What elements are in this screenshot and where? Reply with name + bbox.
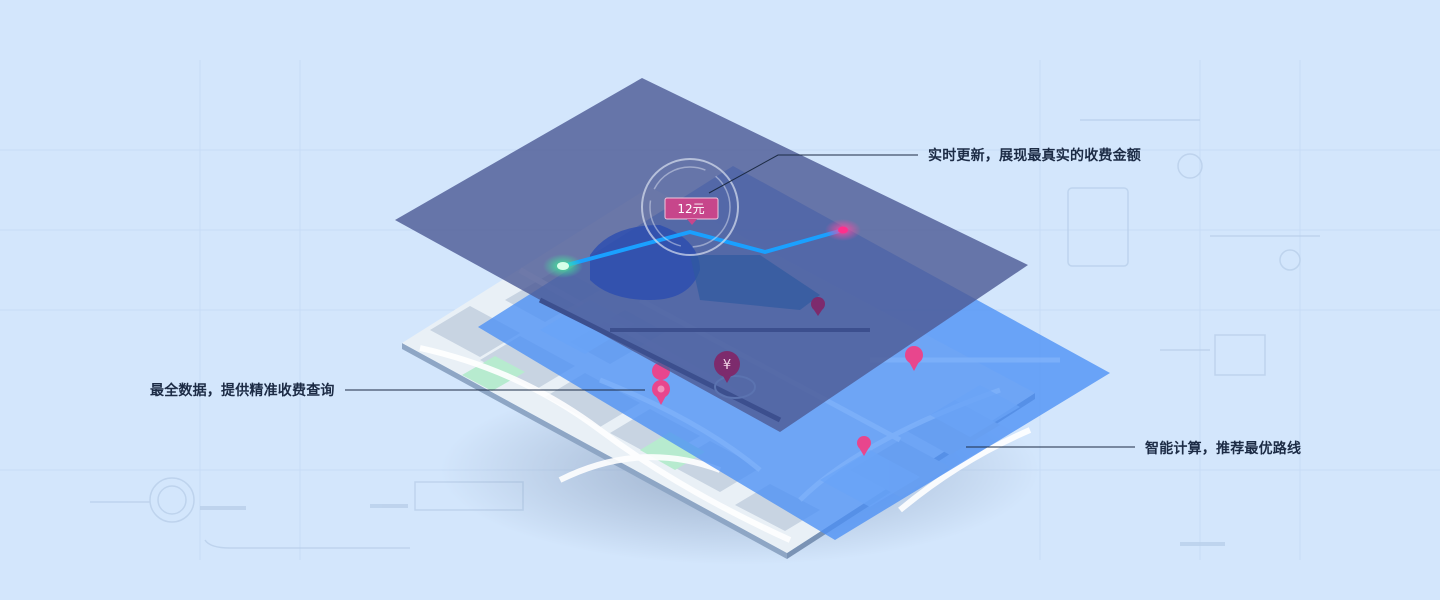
background-decor-right [1067,119,1320,546]
illustration-scene: ¥ 12元 [0,60,1440,565]
yen-label: ¥ [723,358,731,373]
callout-realtime-update: 实时更新，展现最真实的收费金额 [928,148,1141,164]
callout-smart-routing: 智能计算，推荐最优路线 [1145,441,1302,457]
route-start-icon [543,254,583,278]
route-end-icon [825,219,861,241]
price-tag-label: 12元 [677,202,704,216]
callout-complete-data: 最全数据，提供精准收费查询 [150,383,335,399]
